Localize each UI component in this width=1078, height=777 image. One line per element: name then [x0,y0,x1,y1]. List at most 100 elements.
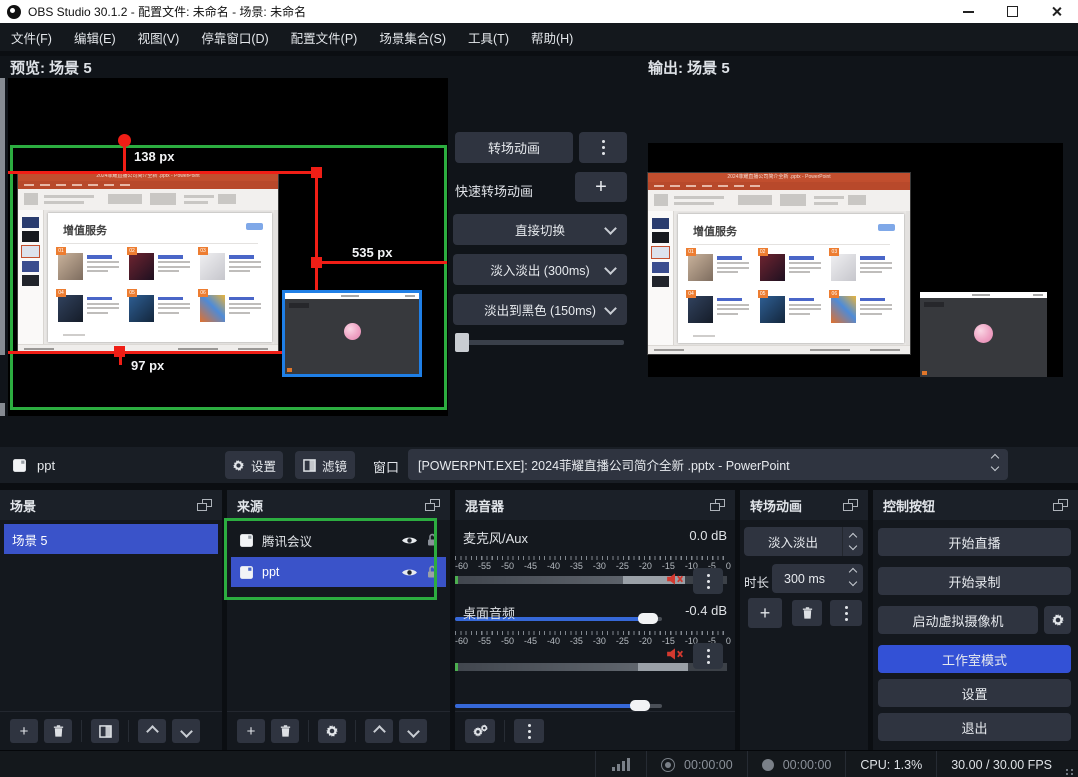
menu-profile[interactable]: 配置文件(P) [280,23,369,51]
menu-edit[interactable]: 编辑(E) [63,23,127,51]
source-properties-button[interactable]: 设置 [225,451,283,479]
minimize-button[interactable] [946,0,990,23]
chevron-down-icon [406,724,420,738]
mute-speaker-icon[interactable] [666,647,684,661]
add-transition-button[interactable]: + [748,598,782,628]
transitions-header: 转场动画 [740,490,868,520]
crop-line-top [8,171,318,174]
maximize-button[interactable] [990,0,1034,23]
start-recording-button[interactable]: 开始录制 [878,567,1071,595]
ppt-window-preview[interactable]: 2024菲耀直播公司简介全新 .pptx - PowerPoint 增值服务 0… [18,172,278,353]
menu-view[interactable]: 视图(V) [127,23,191,51]
popout-icon[interactable] [710,499,725,511]
exit-button[interactable]: 退出 [878,713,1071,741]
move-source-up-button[interactable] [365,719,393,743]
kebab-menu-icon [601,140,605,155]
chevron-up-icon [145,724,159,738]
mute-speaker-icon[interactable] [666,572,684,586]
window-capture-icon [13,458,26,472]
menu-help[interactable]: 帮助(H) [520,23,584,51]
spinner-icon [848,567,858,587]
close-button[interactable] [1034,0,1078,23]
start-virtual-camera-button[interactable]: 启动虚拟摄像机 [878,606,1038,634]
source-filters-button[interactable]: 滤镜 [295,451,355,479]
channel2-options-button[interactable] [693,643,723,669]
hidden-dock-tab[interactable] [0,355,6,403]
add-quick-transition-button[interactable]: + [575,172,627,202]
menu-tools[interactable]: 工具(T) [457,23,520,51]
transition-bar-handle[interactable] [455,333,469,352]
remove-source-button[interactable] [271,719,299,743]
add-scene-button[interactable]: + [10,719,38,743]
output-label: 输出: 场景 5 [648,60,730,77]
volume-slider-handle[interactable] [638,613,658,624]
mixer-title: 混音器 [465,498,505,514]
selected-source-outline[interactable] [282,290,422,377]
transition-button[interactable]: 转场动画 [455,132,573,163]
sources-annotation-green-box [224,518,437,600]
quick-transition-fade-to-black[interactable]: 淡出到黑色 (150ms) [453,294,627,325]
obs-main-window: OBS Studio 30.1.2 - 配置文件: 未命名 - 场景: 未命名 … [0,0,1078,777]
start-streaming-button[interactable]: 开始直播 [878,528,1071,556]
virtual-camera-settings-button[interactable] [1044,606,1071,634]
quick-transition-fade[interactable]: 淡入淡出 (300ms) [453,254,627,285]
menu-docks[interactable]: 停靠窗口(D) [190,23,279,51]
ppt-card-grid: 01 02 03 04 05 06 [56,247,264,328]
transition-menu-button[interactable] [579,132,627,163]
controls-header: 控制按钮 [873,490,1078,520]
meeting-badge [287,368,292,372]
kebab-menu-icon [844,605,848,621]
transition-bar-track[interactable] [456,340,624,345]
transition-select[interactable]: 淡入淡出 [744,527,863,556]
crop-handle-bottom[interactable] [114,346,125,357]
meter-scale: -60 -55 -50 -45 -40 -35 -30 -25 -20 -15 -10 -5 0 [455,561,731,571]
ppt-scrollbar [906,211,910,346]
meter-ticks [455,631,727,635]
scene-item-scene5[interactable]: 场景 5 [4,524,218,554]
spinner-icon [842,527,863,556]
source-filters-label: 滤镜 [321,459,347,474]
remove-scene-button[interactable] [44,719,72,743]
popout-icon[interactable] [425,499,440,511]
meeting-titlebar [285,293,419,299]
window-capture-select[interactable]: [POWERPNT.EXE]: 2024菲耀直播公司简介全新 .pptx - P… [408,449,1008,480]
plus-icon: + [19,722,29,740]
meter-ticks [455,556,727,560]
close-icon [1051,6,1062,17]
sources-title: 来源 [237,498,264,514]
scene-filters-button[interactable] [91,719,119,743]
duration-spinbox[interactable]: 300 ms [772,564,863,593]
gear-icon [232,459,245,471]
meeting-avatar [974,324,993,343]
mixer-channel2-volume-slider[interactable] [455,700,662,711]
popout-icon[interactable] [1053,499,1068,511]
move-scene-down-button[interactable] [172,719,200,743]
studio-mode-button[interactable]: 工作室模式 [878,645,1071,673]
mixer-options-button[interactable] [514,719,544,743]
ppt-window-output: 2024菲耀直播公司简介全新 .pptx - PowerPoint 增值服务 0… [648,173,910,354]
resize-grip[interactable] [1066,769,1074,775]
quick-transition-cut[interactable]: 直接切换 [453,214,627,245]
ppt-window-title: 2024菲耀直播公司简介全新 .pptx - PowerPoint [727,174,831,180]
advanced-audio-button[interactable] [465,719,495,743]
source-properties-button[interactable] [318,719,346,743]
transitions-title: 转场动画 [750,498,803,514]
crop-top-handle-circle[interactable] [118,134,131,147]
transition-options-button[interactable] [830,600,862,626]
menu-scene-collection[interactable]: 场景集合(S) [368,23,457,51]
volume-slider-handle[interactable] [630,700,650,711]
add-source-button[interactable]: + [237,719,265,743]
sources-toolbar: + [227,711,450,750]
menu-file[interactable]: 文件(F) [0,23,63,51]
ppt-slide-logo [878,224,895,231]
popout-icon[interactable] [197,499,212,511]
trash-icon [802,607,812,619]
remove-transition-button[interactable] [792,600,822,626]
minimize-icon [962,10,974,13]
move-source-down-button[interactable] [399,719,427,743]
move-scene-up-button[interactable] [138,719,166,743]
settings-button[interactable]: 设置 [878,679,1071,707]
card-badge: 01 [686,248,696,256]
channel1-options-button[interactable] [693,568,723,594]
popout-icon[interactable] [843,499,858,511]
